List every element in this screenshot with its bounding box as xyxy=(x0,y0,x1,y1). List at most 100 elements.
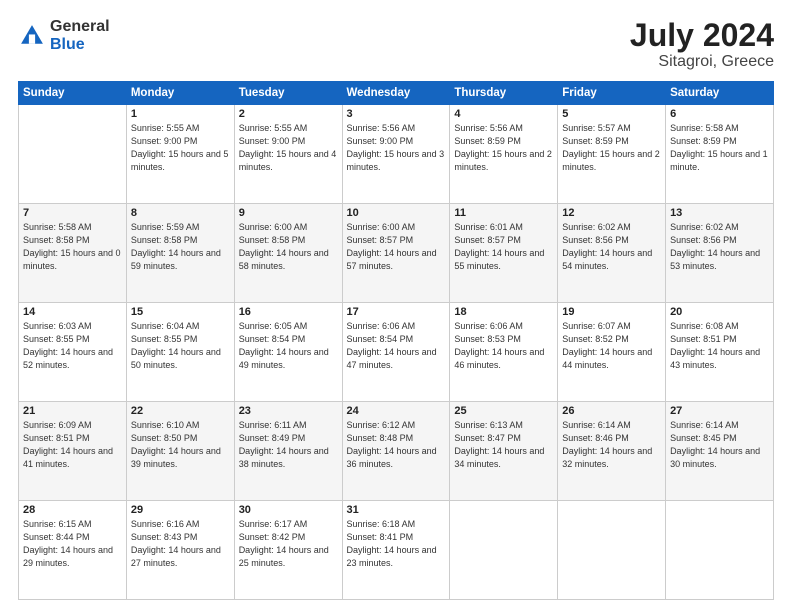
table-row: 1 Sunrise: 5:55 AMSunset: 9:00 PMDaylight… xyxy=(126,105,234,204)
day-info: Sunrise: 6:02 AMSunset: 8:56 PMDaylight:… xyxy=(562,221,661,273)
table-row: 27 Sunrise: 6:14 AMSunset: 8:45 PMDayligh… xyxy=(666,402,774,501)
day-number: 9 xyxy=(239,207,338,219)
day-number: 4 xyxy=(454,108,553,120)
day-number: 24 xyxy=(347,405,446,417)
table-row: 23Sunrise: 6:11 AMSunset: 8:49 PMDayligh… xyxy=(234,402,342,501)
day-number: 27 xyxy=(670,405,769,417)
day-info: Sunrise: 6:14 AMSunset: 8:46 PMDaylight:… xyxy=(562,419,661,471)
calendar-week-1: 7 Sunrise: 5:58 AMSunset: 8:58 PMDaylight… xyxy=(19,204,774,303)
day-info: Sunrise: 6:06 AMSunset: 8:53 PMDaylight:… xyxy=(454,320,553,372)
day-info: Sunrise: 6:04 AMSunset: 8:55 PMDaylight:… xyxy=(131,320,230,372)
logo-general: General xyxy=(50,18,110,36)
day-number: 13 xyxy=(670,207,769,219)
day-info: Sunrise: 5:58 AMSunset: 8:58 PMDaylight:… xyxy=(23,221,122,273)
day-info: Sunrise: 5:56 AMSunset: 8:59 PMDaylight:… xyxy=(454,122,553,174)
col-friday: Friday xyxy=(558,82,666,105)
day-info: Sunrise: 6:13 AMSunset: 8:47 PMDaylight:… xyxy=(454,419,553,471)
day-number: 3 xyxy=(347,108,446,120)
day-number: 6 xyxy=(670,108,769,120)
day-number: 11 xyxy=(454,207,553,219)
col-wednesday: Wednesday xyxy=(342,82,450,105)
table-row: 15 Sunrise: 6:04 AMSunset: 8:55 PMDayligh… xyxy=(126,303,234,402)
table-row: 25 Sunrise: 6:13 AMSunset: 8:47 PMDayligh… xyxy=(450,402,558,501)
col-monday: Monday xyxy=(126,82,234,105)
day-info: Sunrise: 6:12 AMSunset: 8:48 PMDaylight:… xyxy=(347,419,446,471)
day-number: 26 xyxy=(562,405,661,417)
calendar-week-4: 28Sunrise: 6:15 AMSunset: 8:44 PMDayligh… xyxy=(19,501,774,600)
day-number: 16 xyxy=(239,306,338,318)
day-info: Sunrise: 6:16 AMSunset: 8:43 PMDaylight:… xyxy=(131,518,230,570)
calendar-week-2: 14Sunrise: 6:03 AMSunset: 8:55 PMDayligh… xyxy=(19,303,774,402)
day-info: Sunrise: 6:07 AMSunset: 8:52 PMDaylight:… xyxy=(562,320,661,372)
day-number: 2 xyxy=(239,108,338,120)
day-number: 29 xyxy=(131,504,230,516)
table-row: 24 Sunrise: 6:12 AMSunset: 8:48 PMDayligh… xyxy=(342,402,450,501)
table-row: 4 Sunrise: 5:56 AMSunset: 8:59 PMDaylight… xyxy=(450,105,558,204)
table-row: 16 Sunrise: 6:05 AMSunset: 8:54 PMDayligh… xyxy=(234,303,342,402)
day-info: Sunrise: 6:18 AMSunset: 8:41 PMDaylight:… xyxy=(347,518,446,570)
table-row: 21 Sunrise: 6:09 AMSunset: 8:51 PMDayligh… xyxy=(19,402,127,501)
day-number: 7 xyxy=(23,207,122,219)
table-row: 17 Sunrise: 6:06 AMSunset: 8:54 PMDayligh… xyxy=(342,303,450,402)
col-thursday: Thursday xyxy=(450,82,558,105)
table-row: 29 Sunrise: 6:16 AMSunset: 8:43 PMDayligh… xyxy=(126,501,234,600)
title-month: July 2024 xyxy=(630,18,774,53)
table-row: 11Sunrise: 6:01 AMSunset: 8:57 PMDayligh… xyxy=(450,204,558,303)
table-row: 18 Sunrise: 6:06 AMSunset: 8:53 PMDayligh… xyxy=(450,303,558,402)
day-number: 17 xyxy=(347,306,446,318)
calendar-table: Sunday Monday Tuesday Wednesday Thursday… xyxy=(18,81,774,600)
day-info: Sunrise: 6:10 AMSunset: 8:50 PMDaylight:… xyxy=(131,419,230,471)
table-row: 19 Sunrise: 6:07 AMSunset: 8:52 PMDayligh… xyxy=(558,303,666,402)
day-info: Sunrise: 5:56 AMSunset: 9:00 PMDaylight:… xyxy=(347,122,446,174)
day-number: 15 xyxy=(131,306,230,318)
day-info: Sunrise: 5:55 AMSunset: 9:00 PMDaylight:… xyxy=(131,122,230,174)
table-row: 2 Sunrise: 5:55 AMSunset: 9:00 PMDaylight… xyxy=(234,105,342,204)
table-row: 31 Sunrise: 6:18 AMSunset: 8:41 PMDayligh… xyxy=(342,501,450,600)
day-number: 31 xyxy=(347,504,446,516)
table-row: 9 Sunrise: 6:00 AMSunset: 8:58 PMDaylight… xyxy=(234,204,342,303)
day-info: Sunrise: 5:59 AMSunset: 8:58 PMDaylight:… xyxy=(131,221,230,273)
table-row: 30 Sunrise: 6:17 AMSunset: 8:42 PMDayligh… xyxy=(234,501,342,600)
table-row: 12Sunrise: 6:02 AMSunset: 8:56 PMDayligh… xyxy=(558,204,666,303)
day-number: 5 xyxy=(562,108,661,120)
table-row: 10Sunrise: 6:00 AMSunset: 8:57 PMDayligh… xyxy=(342,204,450,303)
logo: General Blue xyxy=(18,18,110,53)
logo-blue: Blue xyxy=(50,36,110,54)
day-info: Sunrise: 6:11 AMSunset: 8:49 PMDaylight:… xyxy=(239,419,338,471)
day-info: Sunrise: 6:14 AMSunset: 8:45 PMDaylight:… xyxy=(670,419,769,471)
col-sunday: Sunday xyxy=(19,82,127,105)
table-row: 28Sunrise: 6:15 AMSunset: 8:44 PMDayligh… xyxy=(19,501,127,600)
day-info: Sunrise: 6:15 AMSunset: 8:44 PMDaylight:… xyxy=(23,518,122,570)
logo-icon xyxy=(18,22,46,50)
calendar-header-row: Sunday Monday Tuesday Wednesday Thursday… xyxy=(19,82,774,105)
day-info: Sunrise: 6:17 AMSunset: 8:42 PMDaylight:… xyxy=(239,518,338,570)
day-info: Sunrise: 6:08 AMSunset: 8:51 PMDaylight:… xyxy=(670,320,769,372)
day-number: 14 xyxy=(23,306,122,318)
day-number: 8 xyxy=(131,207,230,219)
day-info: Sunrise: 6:09 AMSunset: 8:51 PMDaylight:… xyxy=(23,419,122,471)
title-block: July 2024 Sitagroi, Greece xyxy=(630,18,774,71)
day-info: Sunrise: 6:02 AMSunset: 8:56 PMDaylight:… xyxy=(670,221,769,273)
day-number: 21 xyxy=(23,405,122,417)
col-saturday: Saturday xyxy=(666,82,774,105)
table-row xyxy=(450,501,558,600)
day-info: Sunrise: 6:06 AMSunset: 8:54 PMDaylight:… xyxy=(347,320,446,372)
table-row: 22 Sunrise: 6:10 AMSunset: 8:50 PMDayligh… xyxy=(126,402,234,501)
day-number: 25 xyxy=(454,405,553,417)
day-info: Sunrise: 6:05 AMSunset: 8:54 PMDaylight:… xyxy=(239,320,338,372)
table-row: 7 Sunrise: 5:58 AMSunset: 8:58 PMDaylight… xyxy=(19,204,127,303)
day-number: 18 xyxy=(454,306,553,318)
calendar-week-3: 21 Sunrise: 6:09 AMSunset: 8:51 PMDayligh… xyxy=(19,402,774,501)
table-row: 20Sunrise: 6:08 AMSunset: 8:51 PMDayligh… xyxy=(666,303,774,402)
table-row: 14Sunrise: 6:03 AMSunset: 8:55 PMDayligh… xyxy=(19,303,127,402)
day-number: 22 xyxy=(131,405,230,417)
header: General Blue July 2024 Sitagroi, Greece xyxy=(18,18,774,71)
day-info: Sunrise: 6:00 AMSunset: 8:58 PMDaylight:… xyxy=(239,221,338,273)
day-number: 30 xyxy=(239,504,338,516)
day-number: 19 xyxy=(562,306,661,318)
day-number: 1 xyxy=(131,108,230,120)
table-row: 3 Sunrise: 5:56 AMSunset: 9:00 PMDaylight… xyxy=(342,105,450,204)
table-row: 6Sunrise: 5:58 AMSunset: 8:59 PMDaylight… xyxy=(666,105,774,204)
day-info: Sunrise: 6:00 AMSunset: 8:57 PMDaylight:… xyxy=(347,221,446,273)
day-info: Sunrise: 5:55 AMSunset: 9:00 PMDaylight:… xyxy=(239,122,338,174)
